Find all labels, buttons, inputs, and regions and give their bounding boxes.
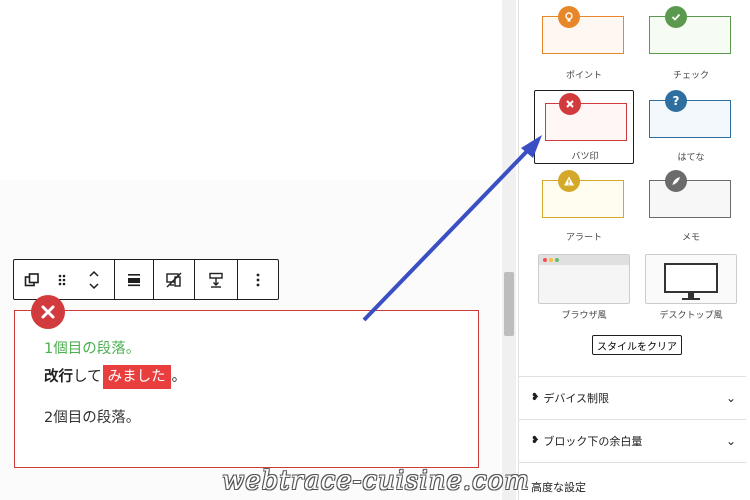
device-off-icon: [166, 272, 182, 287]
style-preview: [649, 16, 731, 54]
chevron-down-icon: ⌄: [725, 390, 736, 405]
style-label: ポイント: [565, 71, 602, 81]
panel-device-restriction[interactable]: ❥ デバイス制限 ⌄: [519, 376, 746, 418]
style-preview: [542, 16, 624, 54]
drag-dots-icon: [58, 274, 66, 285]
panel-title: 高度な設定: [531, 481, 586, 494]
style-option-alert[interactable]: アラート: [536, 170, 632, 243]
editor-scrollbar-track[interactable]: [502, 0, 516, 500]
style-label: バツ印: [571, 152, 599, 162]
cross-icon: [559, 93, 581, 115]
align-icon: [128, 273, 140, 286]
watermark: webtrace-cuisine.com: [222, 466, 530, 496]
chevron-down-icon: ⌄: [725, 433, 736, 448]
more-options-button[interactable]: [238, 260, 278, 299]
move-up-down-button[interactable]: [74, 260, 114, 299]
style-option-desktop[interactable]: デスクトップ風: [643, 252, 739, 321]
block-toolbar: [13, 259, 279, 300]
align-button[interactable]: [115, 260, 153, 299]
paragraph-2[interactable]: 改行 して みました。: [44, 365, 186, 389]
style-label: チェック: [672, 71, 709, 81]
highlight-text: みました: [102, 365, 171, 389]
more-vertical-icon: [256, 273, 260, 286]
clear-style-button[interactable]: スタイルをクリア: [592, 335, 682, 355]
margin-button[interactable]: [195, 260, 237, 299]
style-option-check[interactable]: チェック: [643, 6, 739, 81]
box-block-cross-style[interactable]: [14, 310, 479, 468]
device-toggle-button[interactable]: [154, 260, 194, 299]
block-transform-button[interactable]: [14, 260, 50, 299]
style-option-point[interactable]: ポイント: [536, 6, 632, 81]
question-icon: ?: [665, 90, 687, 112]
bold-text: 改行: [44, 369, 73, 385]
leaf-icon: ❥: [531, 392, 540, 403]
panel-block-margin[interactable]: ❥ ブロック下の余白量 ⌄: [519, 419, 746, 461]
style-option-browser[interactable]: ブラウザ風: [536, 252, 632, 321]
panel-advanced[interactable]: 高度な設定: [519, 462, 746, 500]
style-preview: [545, 103, 627, 141]
style-label: ブラウザ風: [561, 311, 607, 321]
style-preview: [649, 180, 731, 218]
normal-text: して: [73, 369, 102, 385]
leaf-icon: ❥: [531, 435, 540, 446]
paragraph-3[interactable]: 2個目の段落。: [44, 408, 140, 428]
cross-icon: [31, 295, 65, 329]
chevron-up-down-icon: [89, 270, 99, 289]
end-text: 。: [171, 369, 187, 385]
toolbar-group-spacing: [195, 260, 238, 299]
style-label: アラート: [565, 233, 602, 243]
paragraph-1[interactable]: 1個目の段落。: [44, 339, 140, 359]
style-label: メモ: [681, 233, 700, 243]
toolbar-group-align: [115, 260, 154, 299]
panel-title: デバイス制限: [543, 391, 610, 405]
pen-icon: [665, 170, 687, 192]
style-preview: [542, 180, 624, 218]
style-option-question[interactable]: ? はてな: [643, 90, 739, 163]
toolbar-group-options: [238, 260, 278, 299]
toolbar-group-device: [154, 260, 195, 299]
style-label: デスクトップ風: [659, 311, 723, 321]
margin-bottom-icon: [209, 272, 223, 288]
style-preview: [649, 100, 731, 138]
alert-icon: [558, 170, 580, 192]
copy-blocks-icon: [24, 272, 39, 286]
style-option-cross[interactable]: バツ印: [534, 90, 634, 164]
browser-icon: [538, 254, 630, 304]
toolbar-group-transform: [14, 260, 115, 299]
desktop-icon: [645, 254, 737, 304]
lightbulb-icon: [558, 6, 580, 28]
editor-scrollbar-thumb[interactable]: [504, 272, 514, 336]
panel-title: ブロック下の余白量: [543, 434, 643, 448]
style-option-memo[interactable]: メモ: [643, 170, 739, 243]
drag-handle[interactable]: [50, 260, 74, 299]
check-icon: [665, 6, 687, 28]
style-label: はてな: [677, 153, 705, 163]
